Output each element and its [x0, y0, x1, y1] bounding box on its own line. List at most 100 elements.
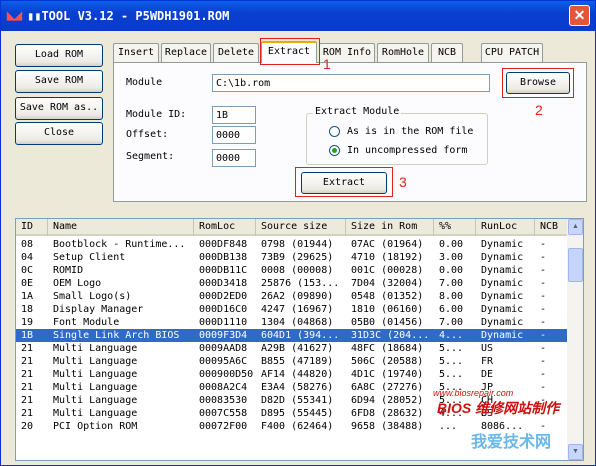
cell-source-size: 604D1 (394...	[261, 330, 340, 341]
offset-field[interactable]: 0000	[212, 126, 256, 144]
cell-romloc: 000D1110	[199, 317, 248, 328]
cell-romloc: 000DB138	[199, 252, 248, 263]
load-rom-button[interactable]: Load ROM	[15, 44, 103, 67]
cell-runloc: FR	[481, 356, 494, 367]
cell-percent: 7.00	[439, 317, 464, 328]
cell-source-size: 4247 (16967)	[261, 304, 334, 315]
cell-size-in-rom: 506C (20588)	[351, 356, 424, 367]
close-rom-button[interactable]: Close	[15, 122, 103, 145]
cell-id: 21	[21, 382, 34, 393]
scroll-up-icon[interactable]: ▲	[568, 219, 583, 235]
cell-id: 19	[21, 317, 34, 328]
cell-source-size: 26A2 (09890)	[261, 291, 334, 302]
cell-name: ROMID	[53, 265, 84, 276]
cell-percent: 5...	[439, 369, 464, 380]
uncompressed-label[interactable]: In uncompressed form	[347, 145, 467, 156]
tab-extract[interactable]: Extract	[261, 41, 317, 63]
tab-romhole[interactable]: RomHole	[377, 43, 429, 62]
header-col-ncb[interactable]: NCB	[535, 219, 568, 236]
cell-size-in-rom: 001C (00028)	[351, 265, 424, 276]
cell-size-in-rom: 6A8C (27276)	[351, 382, 424, 393]
header-col-percent[interactable]: %%	[434, 219, 476, 236]
module-id-field[interactable]: 1B	[212, 106, 256, 124]
tab-ncb[interactable]: NCB	[431, 43, 463, 62]
cell-name: Setup Client	[53, 252, 126, 263]
cell-id: 21	[21, 395, 34, 406]
table-row[interactable]: 21 Multi Language 0009AAD8 A29B (41627) 48FC…	[16, 342, 568, 355]
header-col-id[interactable]: ID	[16, 219, 48, 236]
table-row[interactable]: 19 Font Module 000D1110 1304 (04868) 05B0 (0…	[16, 316, 568, 329]
header-col-name[interactable]: Name	[48, 219, 194, 236]
cell-source-size: 1304 (04868)	[261, 317, 334, 328]
extract-module-group-title: Extract Module	[313, 106, 402, 117]
tab-replace[interactable]: Replace	[161, 43, 211, 62]
module-list[interactable]: ID Name RomLoc Source size Size in Rom%% RunL…	[15, 218, 584, 461]
module-path-field[interactable]: C:\1b.rom	[212, 74, 490, 92]
cell-name: Small Logo(s)	[53, 291, 132, 302]
table-row[interactable]: 08 Bootblock - Runtime... 000DF848 0798 (01…	[16, 238, 568, 251]
cell-percent: 0.00	[439, 265, 464, 276]
cell-ncb: -	[540, 369, 547, 380]
cell-id: 21	[21, 369, 34, 380]
cell-size-in-rom: 05B0 (01456)	[351, 317, 424, 328]
cell-name: Display Manager	[53, 304, 144, 315]
main-window: ◣◢ ▮▮TOOL V3.12 - P5WDH1901.ROM ✕ Load R…	[0, 0, 596, 466]
vertical-scrollbar[interactable]: ▲ ▼	[567, 219, 583, 460]
table-row[interactable]: 0C ROMID 000DB11C 0008 (00008) 001C (00028) 0…	[16, 264, 568, 277]
cell-size-in-rom: 0548 (01352)	[351, 291, 424, 302]
cell-percent: 7.00	[439, 278, 464, 289]
cell-source-size: B855 (47189)	[261, 356, 334, 367]
cell-source-size: 25876 (153...	[261, 278, 340, 289]
cell-runloc: Dynamic	[481, 278, 524, 289]
cell-size-in-rom: 31D3C (204...	[351, 330, 430, 341]
segment-field[interactable]: 0000	[212, 149, 256, 167]
title-bar[interactable]: ◣◢ ▮▮TOOL V3.12 - P5WDH1901.ROM ✕	[1, 1, 595, 31]
cell-id: 1B	[21, 330, 34, 341]
table-row[interactable]: 21 Multi Language 000900D50 AF14 (44820) 4D1…	[16, 368, 568, 381]
cell-romloc: 0008A2C4	[199, 382, 248, 393]
offset-label: Offset:	[126, 129, 169, 140]
cell-id: 0C	[21, 265, 34, 276]
scroll-down-icon[interactable]: ▼	[568, 444, 583, 460]
cell-romloc: 00083530	[199, 395, 248, 406]
close-window-button[interactable]: ✕	[569, 5, 590, 26]
annotation-number-1: 1	[323, 56, 331, 72]
cell-romloc: 00095A6C	[199, 356, 248, 367]
cell-size-in-rom: 4710 (18192)	[351, 252, 424, 263]
cell-runloc: US	[481, 343, 494, 354]
uncompressed-radio[interactable]	[329, 145, 340, 156]
table-row[interactable]: 18 Display Manager 000D16C0 4247 (16967) 181…	[16, 303, 568, 316]
tab-cpu-patch[interactable]: CPU PATCH	[481, 43, 543, 62]
cell-size-in-rom: 7D04 (32004)	[351, 278, 424, 289]
cell-name: OEM Logo	[53, 278, 102, 289]
cell-id: 08	[21, 239, 34, 250]
cell-ncb: -	[540, 291, 547, 302]
table-row[interactable]: 1A Small Logo(s) 000D2ED0 26A2 (09890) 0548 …	[16, 290, 568, 303]
as-is-label[interactable]: As is in the ROM file	[347, 126, 473, 137]
cell-runloc: Dynamic	[481, 317, 524, 328]
tab-delete[interactable]: Delete	[213, 43, 259, 62]
cell-ncb: -	[540, 278, 547, 289]
as-is-radio[interactable]	[329, 126, 340, 137]
header-col-romloc[interactable]: RomLoc	[194, 219, 256, 236]
cell-name: Font Module	[53, 317, 120, 328]
header-col-source-size[interactable]: Source size	[256, 219, 346, 236]
cell-romloc: 000DB11C	[199, 265, 248, 276]
cell-name: Multi Language	[53, 343, 138, 354]
save-rom-as-button[interactable]: Save ROM as..	[15, 97, 103, 120]
cell-id: 21	[21, 343, 34, 354]
table-row[interactable]: 21 Multi Language 00095A6C B855 (47189) 506C…	[16, 355, 568, 368]
table-row[interactable]: 0E OEM Logo 000D3418 25876 (153... 7D04 (320…	[16, 277, 568, 290]
cell-id: 21	[21, 408, 34, 419]
cell-percent: ...	[439, 421, 458, 432]
tab-insert[interactable]: Insert	[113, 43, 159, 62]
scroll-thumb[interactable]	[568, 248, 583, 282]
table-row[interactable]: 04 Setup Client 000DB138 73B9 (29625) 4710 (…	[16, 251, 568, 264]
header-col-runloc[interactable]: RunLoc	[476, 219, 535, 236]
cell-source-size: 73B9 (29625)	[261, 252, 334, 263]
table-row[interactable]: 1B Single Link Arch BIOS 0009F3D4 604D1 (39…	[16, 329, 568, 342]
module-id-label: Module ID:	[126, 109, 187, 120]
save-rom-button[interactable]: Save ROM	[15, 70, 103, 93]
header-col-size-in-rom[interactable]: Size in Rom	[346, 219, 434, 236]
cell-size-in-rom: 07AC (01964)	[351, 239, 424, 250]
